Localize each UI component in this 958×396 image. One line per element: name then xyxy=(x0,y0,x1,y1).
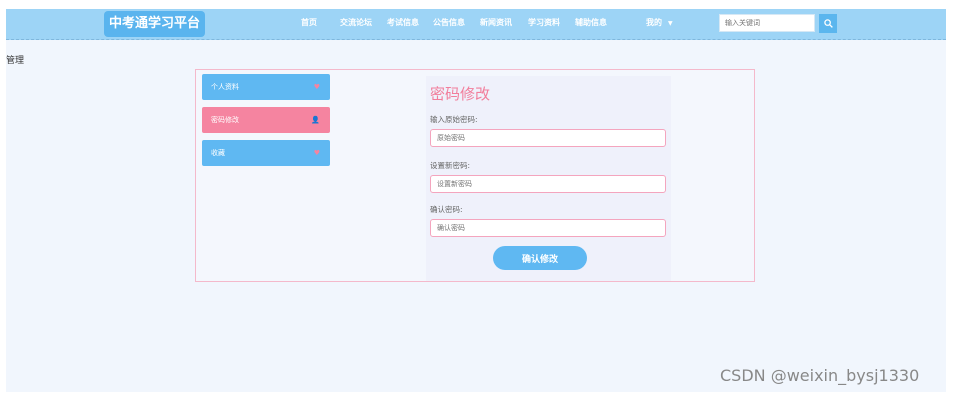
user-center-panel: 个人资料 ♥ 密码修改 👤 收藏 ♥ 密码修改 输入原始密码: 设置新密码: 确… xyxy=(195,69,755,282)
sidebar-item-favorites[interactable]: 收藏 ♥ xyxy=(202,140,330,166)
sidebar-item-label: 收藏 xyxy=(211,149,225,157)
user-icon: 👤 xyxy=(311,116,320,124)
nav-announcements[interactable]: 公告信息 xyxy=(433,17,465,28)
top-navigation-bar: 中考通学习平台 首页 交流论坛 考试信息 公告信息 新闻资讯 学习资料 辅助信息… xyxy=(6,9,946,40)
sidebar-item-profile[interactable]: 个人资料 ♥ xyxy=(202,74,330,100)
chevron-down-icon: ▼ xyxy=(668,20,673,27)
corner-label: 管理 xyxy=(6,56,25,66)
old-password-input[interactable] xyxy=(430,129,666,147)
heart-icon: ♥ xyxy=(313,149,320,157)
password-form: 密码修改 输入原始密码: 设置新密码: 确认密码: 确认修改 xyxy=(426,76,671,281)
user-menu-label: 我的 xyxy=(646,18,662,27)
heart-icon: ♥ xyxy=(313,83,320,91)
confirm-password-label: 确认密码: xyxy=(430,205,463,214)
old-password-label: 输入原始密码: xyxy=(430,115,478,124)
sidebar-item-label: 个人资料 xyxy=(211,83,239,91)
search-icon xyxy=(823,19,833,28)
nav-study-materials[interactable]: 学习资料 xyxy=(528,17,560,28)
confirm-password-input[interactable] xyxy=(430,219,666,237)
sidebar-item-change-password[interactable]: 密码修改 👤 xyxy=(202,107,330,133)
search-button[interactable] xyxy=(819,14,837,33)
nav-aux-info[interactable]: 辅助信息 xyxy=(575,17,607,28)
new-password-label: 设置新密码: xyxy=(430,161,471,170)
confirm-change-button[interactable]: 确认修改 xyxy=(493,246,587,270)
nav-exam-info[interactable]: 考试信息 xyxy=(387,17,419,28)
watermark-text: CSDN @weixin_bysj1330 xyxy=(720,366,920,385)
form-title: 密码修改 xyxy=(430,85,491,103)
sidebar-item-label: 密码修改 xyxy=(211,116,239,124)
user-menu[interactable]: 我的 ▼ xyxy=(646,17,673,28)
site-logo[interactable]: 中考通学习平台 xyxy=(104,11,206,37)
app-window: 中考通学习平台 首页 交流论坛 考试信息 公告信息 新闻资讯 学习资料 辅助信息… xyxy=(6,9,946,392)
new-password-input[interactable] xyxy=(430,175,666,193)
nav-forum[interactable]: 交流论坛 xyxy=(340,17,372,28)
nav-home[interactable]: 首页 xyxy=(301,17,317,28)
search-input[interactable] xyxy=(719,14,815,32)
nav-news[interactable]: 新闻资讯 xyxy=(480,17,512,28)
